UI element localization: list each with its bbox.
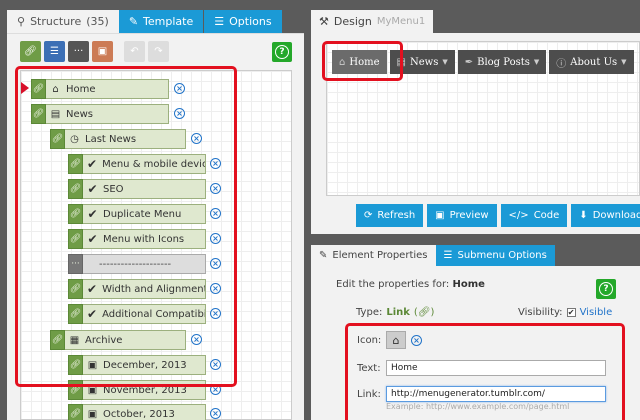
redo-icon: ↷ bbox=[154, 46, 163, 57]
visibility-checkbox[interactable]: ✔ bbox=[566, 308, 576, 317]
tree-node-october-2013[interactable]: 🔗︎ ▣ October, 2013 × bbox=[68, 404, 221, 420]
undo-button[interactable]: ↶ bbox=[124, 41, 145, 62]
info-icon: ⓘ bbox=[556, 58, 567, 70]
design-actions: ⟳ Refresh ▣ Preview </> Code ⬇ Download bbox=[356, 204, 640, 227]
tab-design[interactable]: ⚒ Design MyMenu1 bbox=[311, 10, 434, 33]
code-icon: </> bbox=[508, 210, 529, 221]
tab-template[interactable]: ✎ Template bbox=[118, 10, 204, 33]
list-icon: ☰ bbox=[50, 46, 59, 57]
left-tabbar: ⚲ Structure (35) ✎ Template ☰ Options bbox=[7, 10, 282, 33]
caret-down-icon: ▼ bbox=[442, 58, 448, 66]
code-label: Code bbox=[533, 210, 560, 221]
properties-tabbar: ✎ Element Properties ☰ Submenu Options bbox=[311, 245, 555, 266]
refresh-button[interactable]: ⟳ Refresh bbox=[356, 204, 424, 227]
redo-button[interactable]: ↷ bbox=[148, 41, 169, 62]
preview-button[interactable]: ▣ Preview bbox=[427, 204, 497, 227]
brush-icon: ✎ bbox=[128, 15, 139, 28]
preview-menu-label: About Us bbox=[570, 56, 618, 68]
node-label: October, 2013 bbox=[103, 408, 175, 420]
caret-down-icon: ▼ bbox=[621, 58, 627, 66]
tab-element-properties[interactable]: ✎ Element Properties bbox=[311, 245, 436, 266]
edit-icon: ✎ bbox=[319, 250, 328, 261]
preview-menu-label: Blog Posts bbox=[477, 56, 530, 68]
visibility-row: Visibility: ✔ Visible bbox=[518, 307, 612, 318]
link-icon: 🔗︎ bbox=[24, 46, 37, 57]
visibility-label: Visibility: bbox=[518, 307, 563, 318]
download-button[interactable]: ⬇ Download bbox=[571, 204, 640, 227]
download-label: Download bbox=[592, 210, 640, 221]
help-icon: ? bbox=[275, 45, 289, 59]
design-tab-label: Design bbox=[333, 15, 372, 28]
sitemap-icon: ⚲ bbox=[17, 15, 26, 28]
type-value: Link bbox=[386, 307, 410, 318]
tab-structure-count: (35) bbox=[86, 15, 109, 28]
structure-toolbar: 🔗︎ ☰ ··· ▣ ↶ ↷ bbox=[20, 41, 172, 62]
add-image-button[interactable]: ▣ bbox=[92, 41, 113, 62]
preview-menu-item-blog-posts[interactable]: ✒ Blog Posts ▼ bbox=[457, 50, 547, 74]
edit-heading: Edit the properties for: Home bbox=[336, 279, 485, 290]
preview-icon: ▣ bbox=[435, 210, 445, 221]
list-icon: ☰ bbox=[443, 250, 453, 261]
separator-icon: ··· bbox=[73, 46, 84, 57]
download-icon: ⬇ bbox=[579, 210, 588, 221]
tab-submenu-options[interactable]: ☰ Submenu Options bbox=[435, 245, 555, 266]
refresh-label: Refresh bbox=[377, 210, 416, 221]
image-icon: ▣ bbox=[97, 46, 108, 57]
visibility-value: Visible bbox=[579, 307, 613, 318]
delete-icon[interactable]: × bbox=[210, 408, 221, 419]
type-label: Type: bbox=[356, 307, 383, 318]
tab-submenu-options-label: Submenu Options bbox=[457, 250, 547, 261]
tab-template-label: Template bbox=[143, 15, 194, 28]
menu-name: MyMenu1 bbox=[376, 16, 426, 27]
type-row: Type: Link (🔗︎) bbox=[356, 307, 434, 318]
code-button[interactable]: </> Code bbox=[500, 204, 568, 227]
help-icon: ? bbox=[599, 282, 613, 296]
caret-down-icon: ▼ bbox=[533, 58, 540, 66]
archive-icon: ▣ bbox=[87, 408, 98, 420]
refresh-icon: ⟳ bbox=[364, 210, 373, 221]
tab-options[interactable]: ☰ Options bbox=[204, 10, 282, 33]
pen-icon: ✒ bbox=[464, 56, 474, 68]
link-icon: (🔗︎) bbox=[413, 307, 435, 318]
edit-prefix: Edit the properties for: bbox=[336, 279, 450, 290]
undo-icon: ↶ bbox=[130, 46, 139, 57]
preview-menu-item-about-us[interactable]: ⓘ About Us ▼ bbox=[549, 50, 634, 74]
help-button[interactable]: ? bbox=[272, 42, 292, 62]
add-link-button[interactable]: 🔗︎ bbox=[20, 41, 41, 62]
list-icon: ☰ bbox=[214, 15, 225, 28]
tab-element-properties-label: Element Properties bbox=[332, 250, 428, 261]
edit-target: Home bbox=[452, 279, 485, 290]
tab-structure[interactable]: ⚲ Structure (35) bbox=[7, 10, 119, 33]
preview-menu-label: News bbox=[409, 56, 439, 68]
highlight-box-menu-home bbox=[322, 41, 403, 81]
tab-options-label: Options bbox=[229, 15, 272, 28]
add-list-button[interactable]: ☰ bbox=[44, 41, 65, 62]
highlight-box-properties bbox=[345, 323, 625, 420]
preview-label: Preview bbox=[449, 210, 489, 221]
highlight-box-tree bbox=[15, 66, 237, 387]
add-separator-button[interactable]: ··· bbox=[68, 41, 89, 62]
properties-help-button[interactable]: ? bbox=[596, 279, 616, 299]
tab-structure-label: Structure bbox=[30, 15, 82, 28]
tools-icon: ⚒ bbox=[319, 15, 329, 28]
drag-handle[interactable]: 🔗︎ bbox=[68, 404, 83, 420]
